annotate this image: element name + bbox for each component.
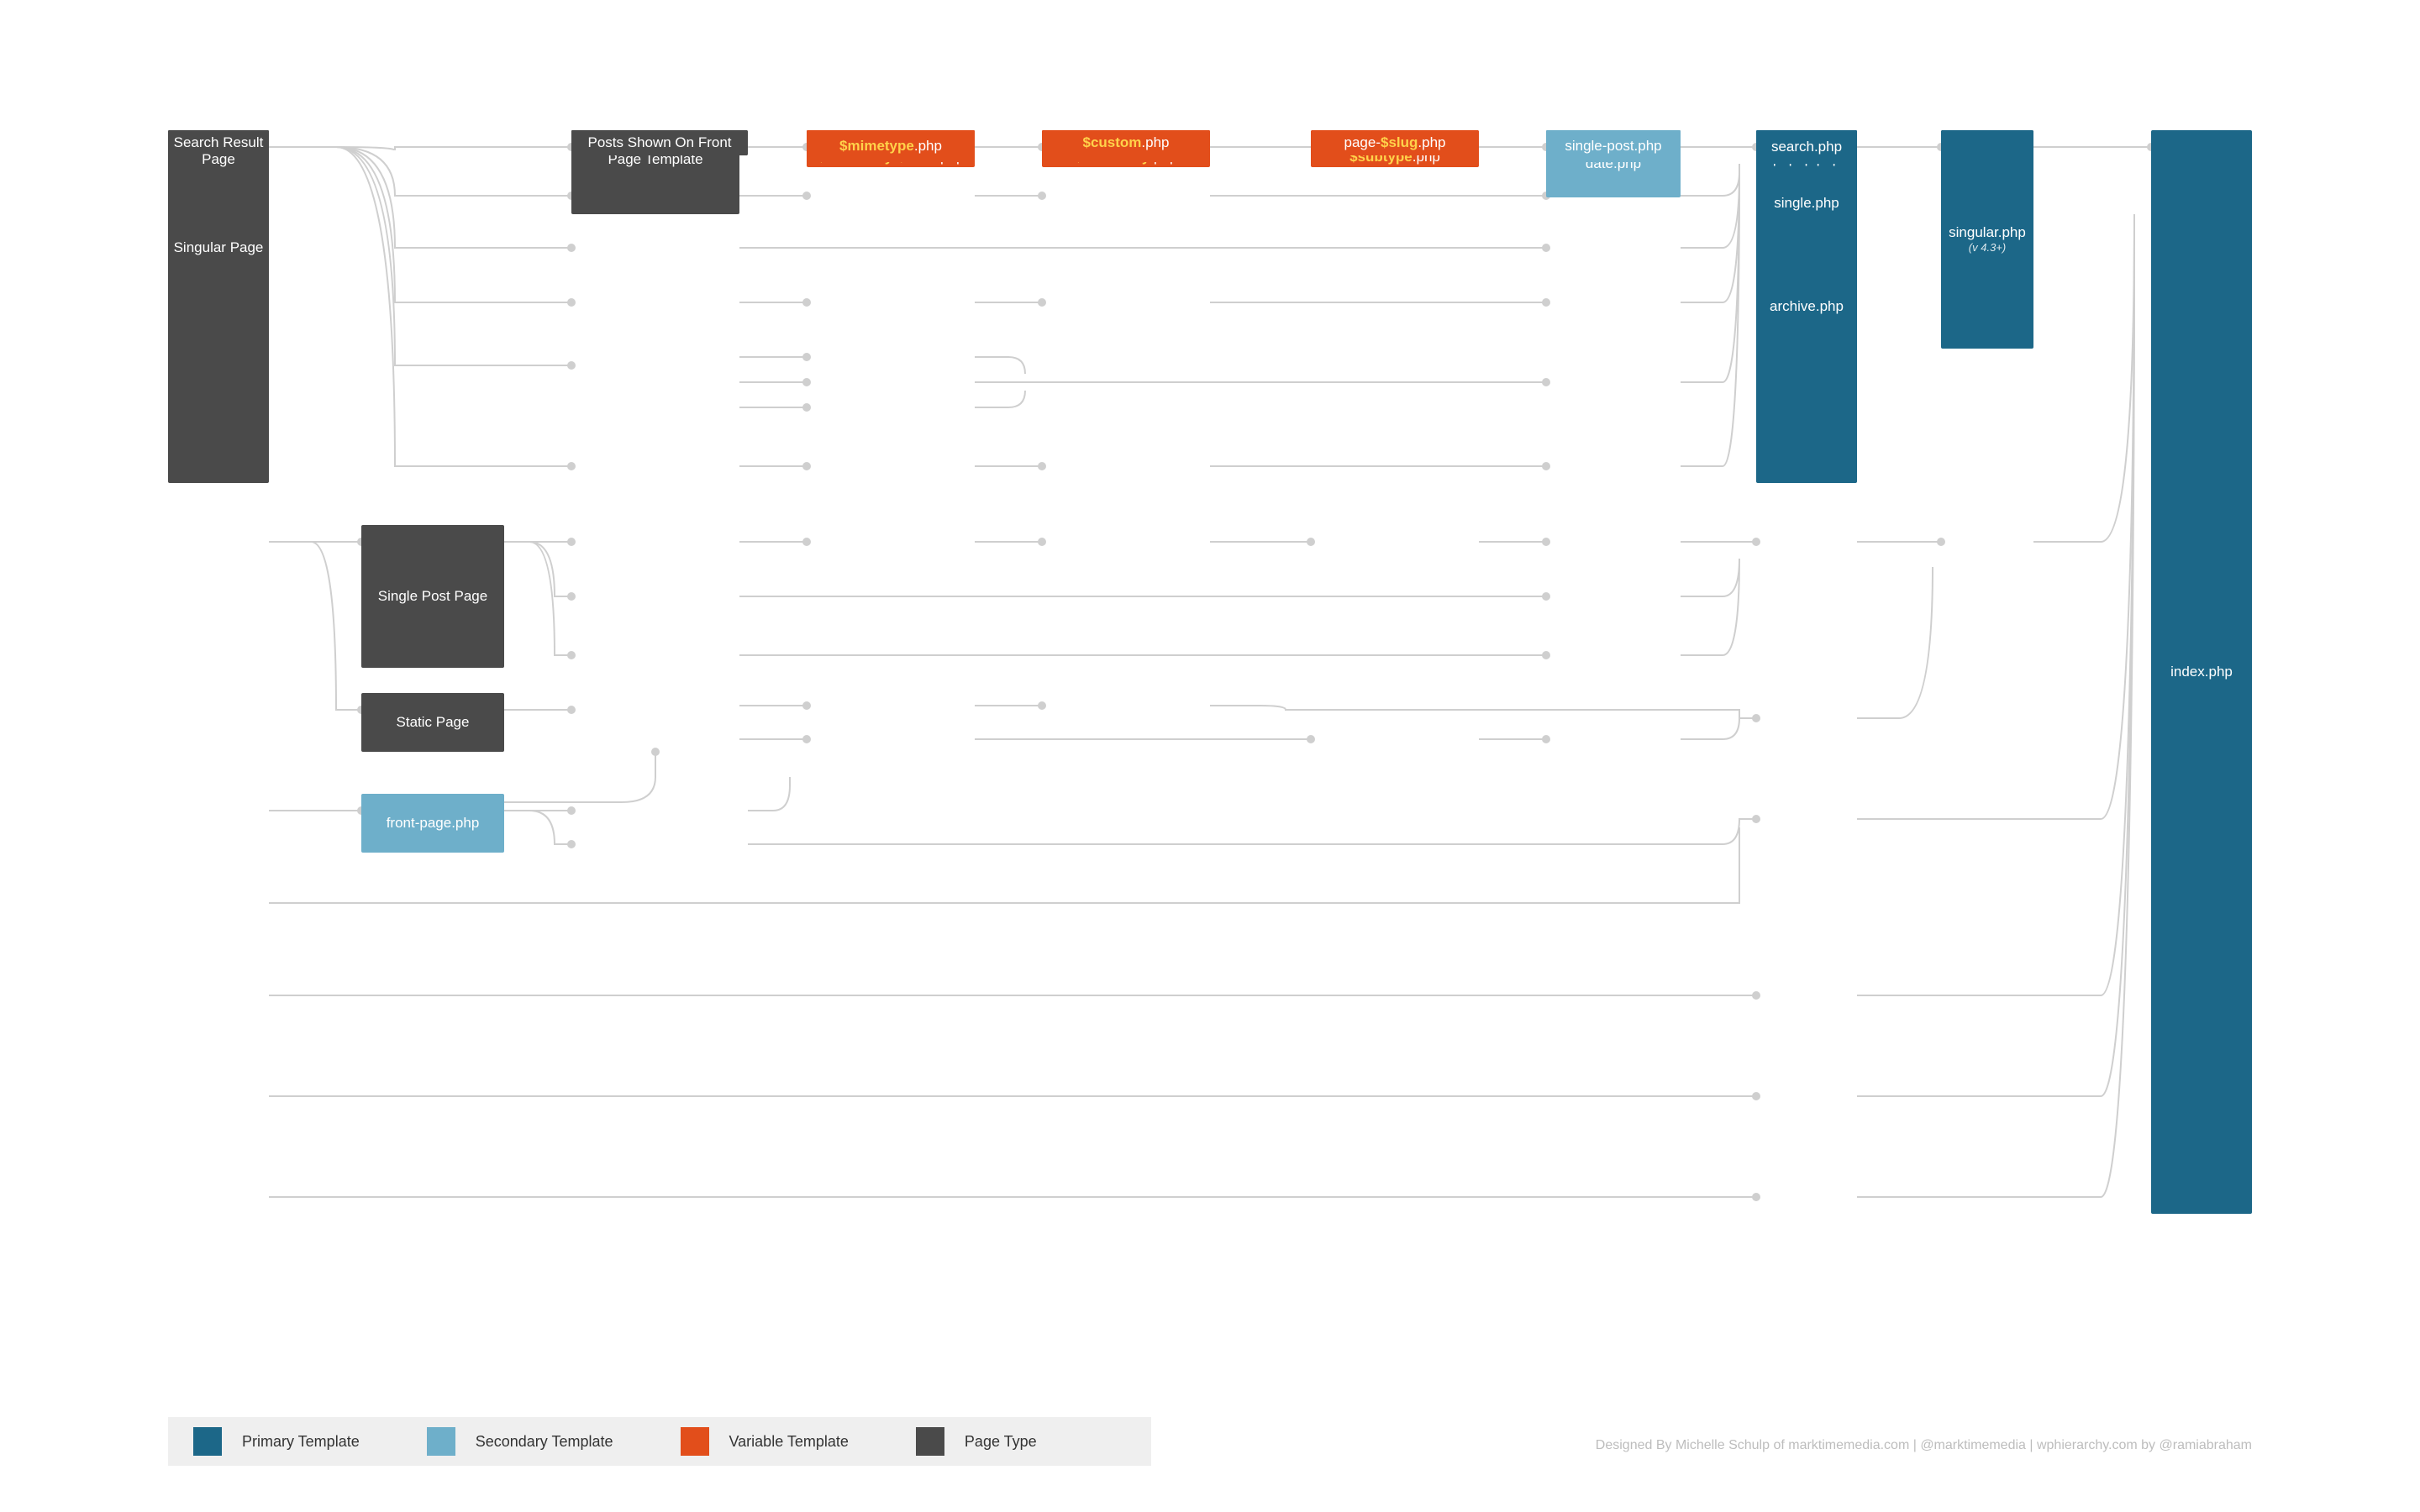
label: single.php [1774,195,1839,212]
index-php: index.php [2151,130,2252,1214]
swatch-variable [681,1427,709,1456]
search-php: search.php [1756,130,1857,164]
label: index.php [2170,664,2233,680]
diagram-canvas: Archive Page Singular Page Site Front Pa… [168,130,2252,1390]
label: front-page.php [387,815,480,832]
page-slug-php: page-$slug.php [1311,130,1479,155]
label: Singular Page [174,239,264,256]
static-page: Static Page [361,693,504,752]
front-page-php: front-page.php [361,794,504,853]
swatch-pagetype [916,1427,944,1456]
legend-pagetype: Page Type [965,1433,1037,1451]
credits: Designed By Michelle Schulp of marktimem… [1596,1438,2252,1453]
single-post-page: Single Post Page [361,525,504,668]
singular-php: singular.php(v 4.3+) [1941,130,2033,349]
label: single-post.php [1565,138,1661,155]
single-post-php: single-post.php [1546,130,1681,162]
legend-secondary: Secondary Template [476,1433,613,1451]
label: Single Post Page [378,588,487,605]
swatch-secondary [427,1427,455,1456]
mimetype-php: $mimetype.php [807,130,975,162]
connectors-svg [168,130,2252,1390]
label: archive.php [1770,298,1844,315]
legend-primary: Primary Template [242,1433,360,1451]
legend-variable: Variable Template [729,1433,849,1451]
label: Posts Shown On Front [587,134,731,151]
custom-php: $custom.php [1042,130,1210,155]
swatch-primary [193,1427,222,1456]
label: search.php [1771,139,1842,155]
label: singular.php [1949,224,2026,241]
sub: (v 4.3+) [1969,241,2006,255]
legend: Primary Template Secondary Template Vari… [168,1417,1151,1466]
label: Search Result Page [173,134,264,169]
posts-shown-on-front: Posts Shown On Front [571,130,748,155]
label: Static Page [397,714,470,731]
pagetype-search: Search Result Page [168,130,269,172]
